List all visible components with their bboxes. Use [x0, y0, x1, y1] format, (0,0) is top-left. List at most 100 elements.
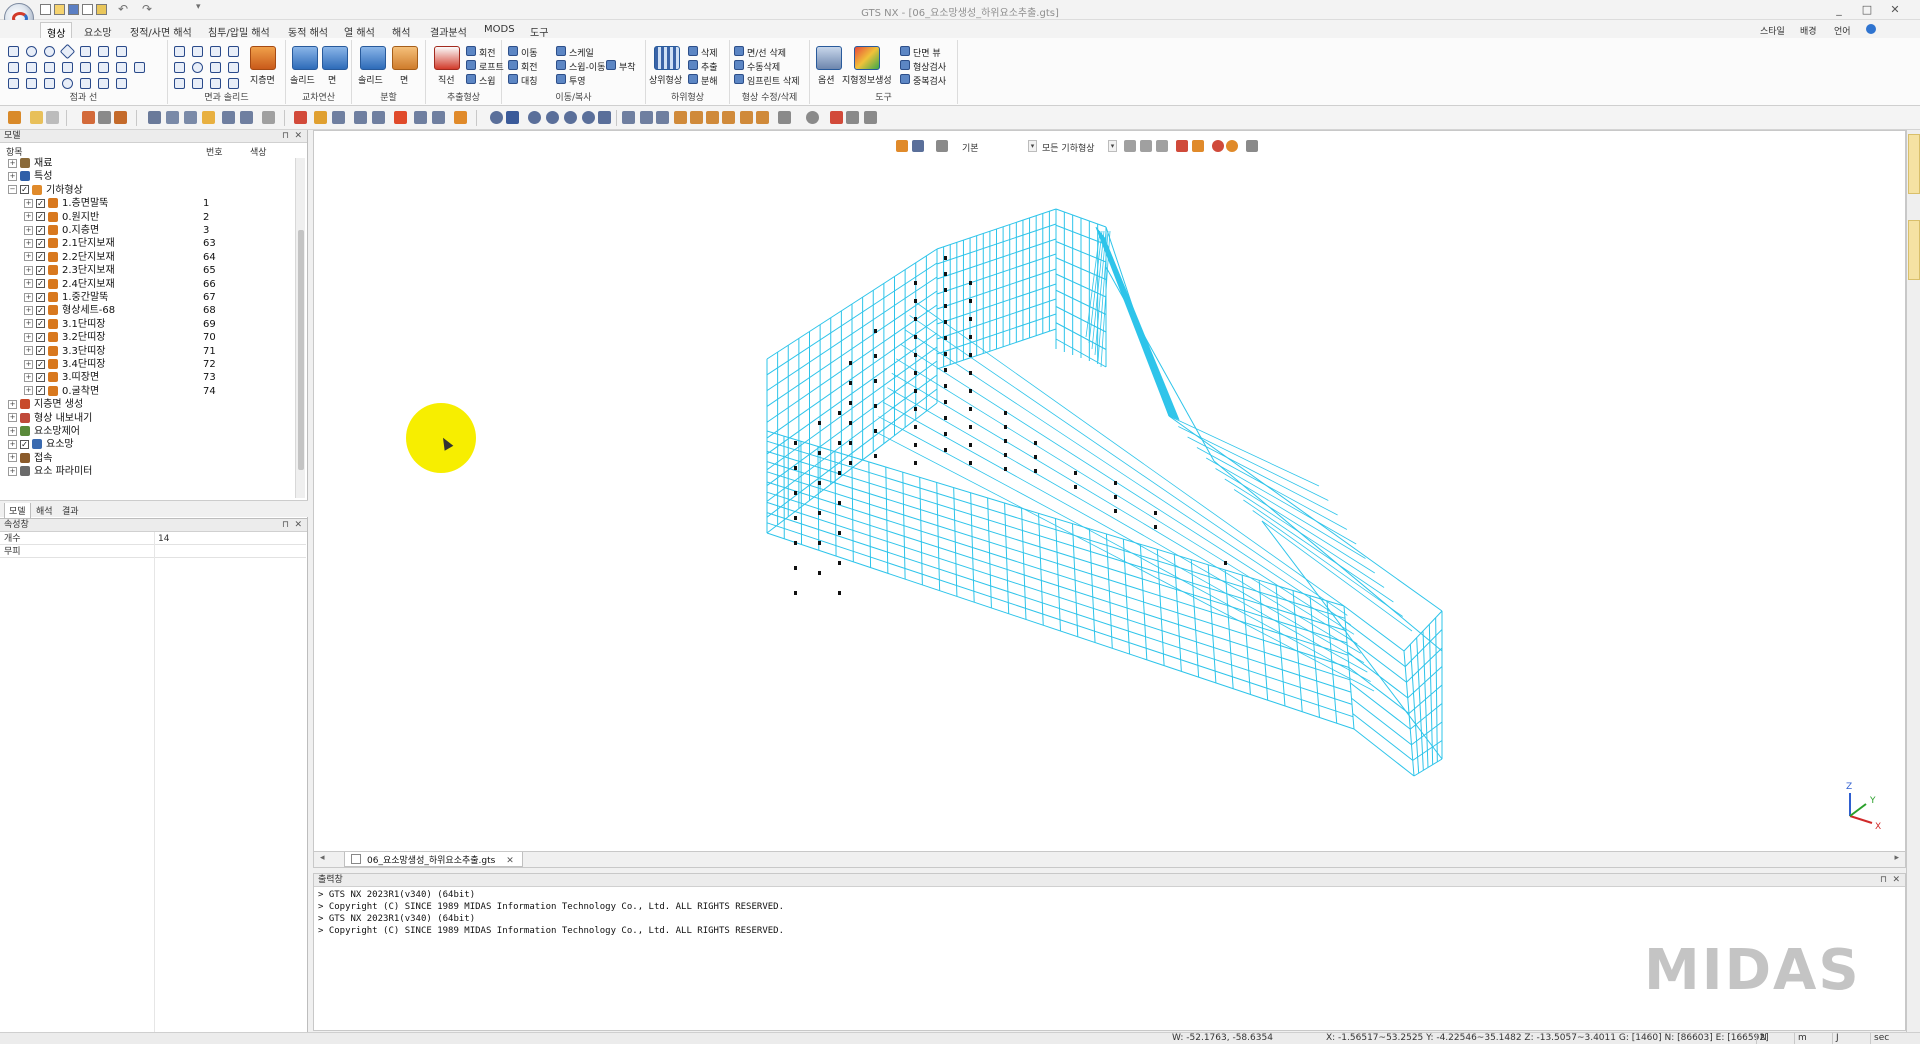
expand-toggle-icon[interactable]: + [8, 426, 17, 436]
polyline-icon[interactable] [26, 62, 37, 73]
sweep-icon[interactable] [466, 74, 476, 84]
distance-icon[interactable] [432, 111, 445, 124]
visibility-checkbox[interactable]: ✓ [36, 252, 45, 262]
expand-toggle-icon[interactable]: + [8, 399, 17, 409]
expand-toggle-icon[interactable]: + [24, 386, 33, 396]
filter-solid-icon[interactable] [1192, 140, 1204, 152]
manual-delete-label[interactable]: 수동삭제 [747, 60, 780, 73]
lock-icon[interactable] [30, 111, 43, 124]
project-icon[interactable] [556, 74, 566, 84]
expand-toggle-icon[interactable]: + [24, 372, 33, 382]
cone-icon[interactable] [210, 62, 221, 73]
cylinder-icon[interactable] [174, 62, 185, 73]
mirror-label[interactable]: 대칭 [521, 74, 538, 87]
solid-divide-icon[interactable] [360, 46, 386, 70]
break-icon[interactable] [116, 62, 127, 73]
option-icon[interactable] [816, 46, 842, 70]
prism-icon[interactable] [174, 78, 185, 89]
time-unit-select[interactable]: sec [1870, 1033, 1916, 1044]
snap-point-icon[interactable] [1212, 140, 1224, 152]
project-label[interactable]: 투영 [569, 74, 586, 87]
show-all-icon[interactable] [114, 111, 127, 124]
duplicate-check-icon[interactable] [900, 74, 910, 84]
tree-item[interactable]: + ✓ 3.4단띠장 [24, 358, 106, 371]
visibility-checkbox[interactable]: ✓ [36, 238, 45, 248]
close-button[interactable]: ✕ [1886, 3, 1904, 17]
view-grid-icon[interactable] [622, 111, 635, 124]
expand-toggle-icon[interactable]: + [24, 346, 33, 356]
length-unit-select[interactable]: m [1794, 1033, 1832, 1044]
tree-item[interactable]: + ✓ 2.2단지보재 [24, 251, 115, 264]
shape-filter-label[interactable]: 모든 기하형상 [1042, 141, 1095, 154]
explode-label[interactable]: 분해 [701, 74, 718, 87]
rotate-label[interactable]: 회전 [521, 60, 538, 73]
duplicate-check-label[interactable]: 중복검사 [913, 74, 946, 87]
sphere-icon[interactable] [192, 62, 203, 73]
box-icon[interactable] [174, 46, 185, 57]
tab-tools[interactable]: 도구 [524, 22, 554, 39]
view-axis-icon[interactable] [656, 111, 669, 124]
minimize-button[interactable]: _ [1830, 3, 1848, 17]
tree-item[interactable]: + ✓ 0.원지반 [24, 211, 99, 224]
view-iso-icon[interactable] [756, 111, 769, 124]
tree-item[interactable]: + ✓ 2.3단지보재 [24, 264, 115, 277]
unlock-icon[interactable] [46, 111, 59, 124]
view-top-icon[interactable] [674, 111, 687, 124]
tab-thermal[interactable]: 열 해석 [338, 22, 381, 39]
column-color[interactable]: 색상 [250, 145, 267, 158]
close-tab-icon[interactable]: ✕ [506, 856, 514, 866]
expand-toggle-icon[interactable]: + [24, 359, 33, 369]
move-label[interactable]: 이동 [521, 46, 538, 59]
property-row[interactable]: 개수 14 [0, 533, 306, 545]
expand-toggle-icon[interactable]: + [24, 198, 33, 208]
ellipse-icon[interactable] [62, 78, 73, 89]
render-mode-icon[interactable] [806, 111, 819, 124]
connect-icon[interactable] [134, 62, 145, 73]
tree-item[interactable]: + ✓ 1.중간말뚝 [24, 291, 108, 304]
expand-toggle-icon[interactable]: + [24, 332, 33, 342]
arc-icon[interactable] [44, 46, 55, 57]
coordinate-icon[interactable] [202, 111, 215, 124]
filter-edge-icon[interactable] [1140, 140, 1152, 152]
tab-seepage[interactable]: 침투/압밀 해석 [202, 22, 276, 39]
terrain-info-icon[interactable] [854, 46, 880, 70]
tree-item[interactable]: + 요소 파라미터 [8, 465, 92, 478]
pin-icon[interactable]: ⊓ [282, 130, 289, 143]
force-unit-select[interactable]: N [1756, 1033, 1794, 1044]
imprint-delete-icon[interactable] [734, 74, 744, 84]
expand-toggle-icon[interactable]: + [8, 158, 17, 168]
expand-toggle-icon[interactable]: + [24, 212, 33, 222]
imprint-delete-label[interactable]: 임프린트 삭제 [747, 74, 800, 87]
tree-item[interactable]: + ✓ 2.1단지보재 [24, 237, 115, 250]
background-menu[interactable]: 배경 [1800, 24, 1817, 37]
pin-icon[interactable]: ⊓ [282, 519, 289, 532]
expand-toggle-icon[interactable]: − [8, 185, 17, 195]
render-icon[interactable] [294, 111, 307, 124]
expand-toggle-icon[interactable]: + [24, 225, 33, 235]
cube-face-icon[interactable] [210, 46, 221, 57]
surface-boolean-label[interactable]: 면 [328, 73, 336, 86]
visibility-checkbox[interactable]: ✓ [36, 198, 45, 208]
pick-icon[interactable] [454, 111, 467, 124]
tree-scrollbar[interactable] [295, 158, 305, 498]
select-edge-icon[interactable] [332, 111, 345, 124]
surface-divide-label[interactable]: 면 [400, 73, 408, 86]
rectangle-icon[interactable] [26, 78, 37, 89]
visibility-checkbox[interactable]: ✓ [20, 185, 29, 195]
scale-label[interactable]: 스케일 [569, 46, 594, 59]
expand-toggle-icon[interactable]: + [24, 319, 33, 329]
tab-geometry[interactable]: 형상 [40, 22, 73, 40]
tab-mesh[interactable]: 요소망 [78, 22, 118, 39]
property-value[interactable]: 14 [158, 533, 169, 545]
spline-icon[interactable] [44, 62, 55, 73]
select-solid-icon[interactable] [372, 111, 385, 124]
face-edge-delete-label[interactable]: 면/선 삭제 [747, 46, 786, 59]
move-icon[interactable] [508, 46, 518, 56]
tree-item[interactable]: + 접속 [8, 452, 52, 465]
measure-icon[interactable] [414, 111, 427, 124]
explode-icon[interactable] [688, 74, 698, 84]
expand-toggle-icon[interactable]: + [24, 238, 33, 248]
torus-icon[interactable] [228, 62, 239, 73]
select-point-icon[interactable] [314, 111, 327, 124]
expand-toggle-icon[interactable]: + [24, 265, 33, 275]
